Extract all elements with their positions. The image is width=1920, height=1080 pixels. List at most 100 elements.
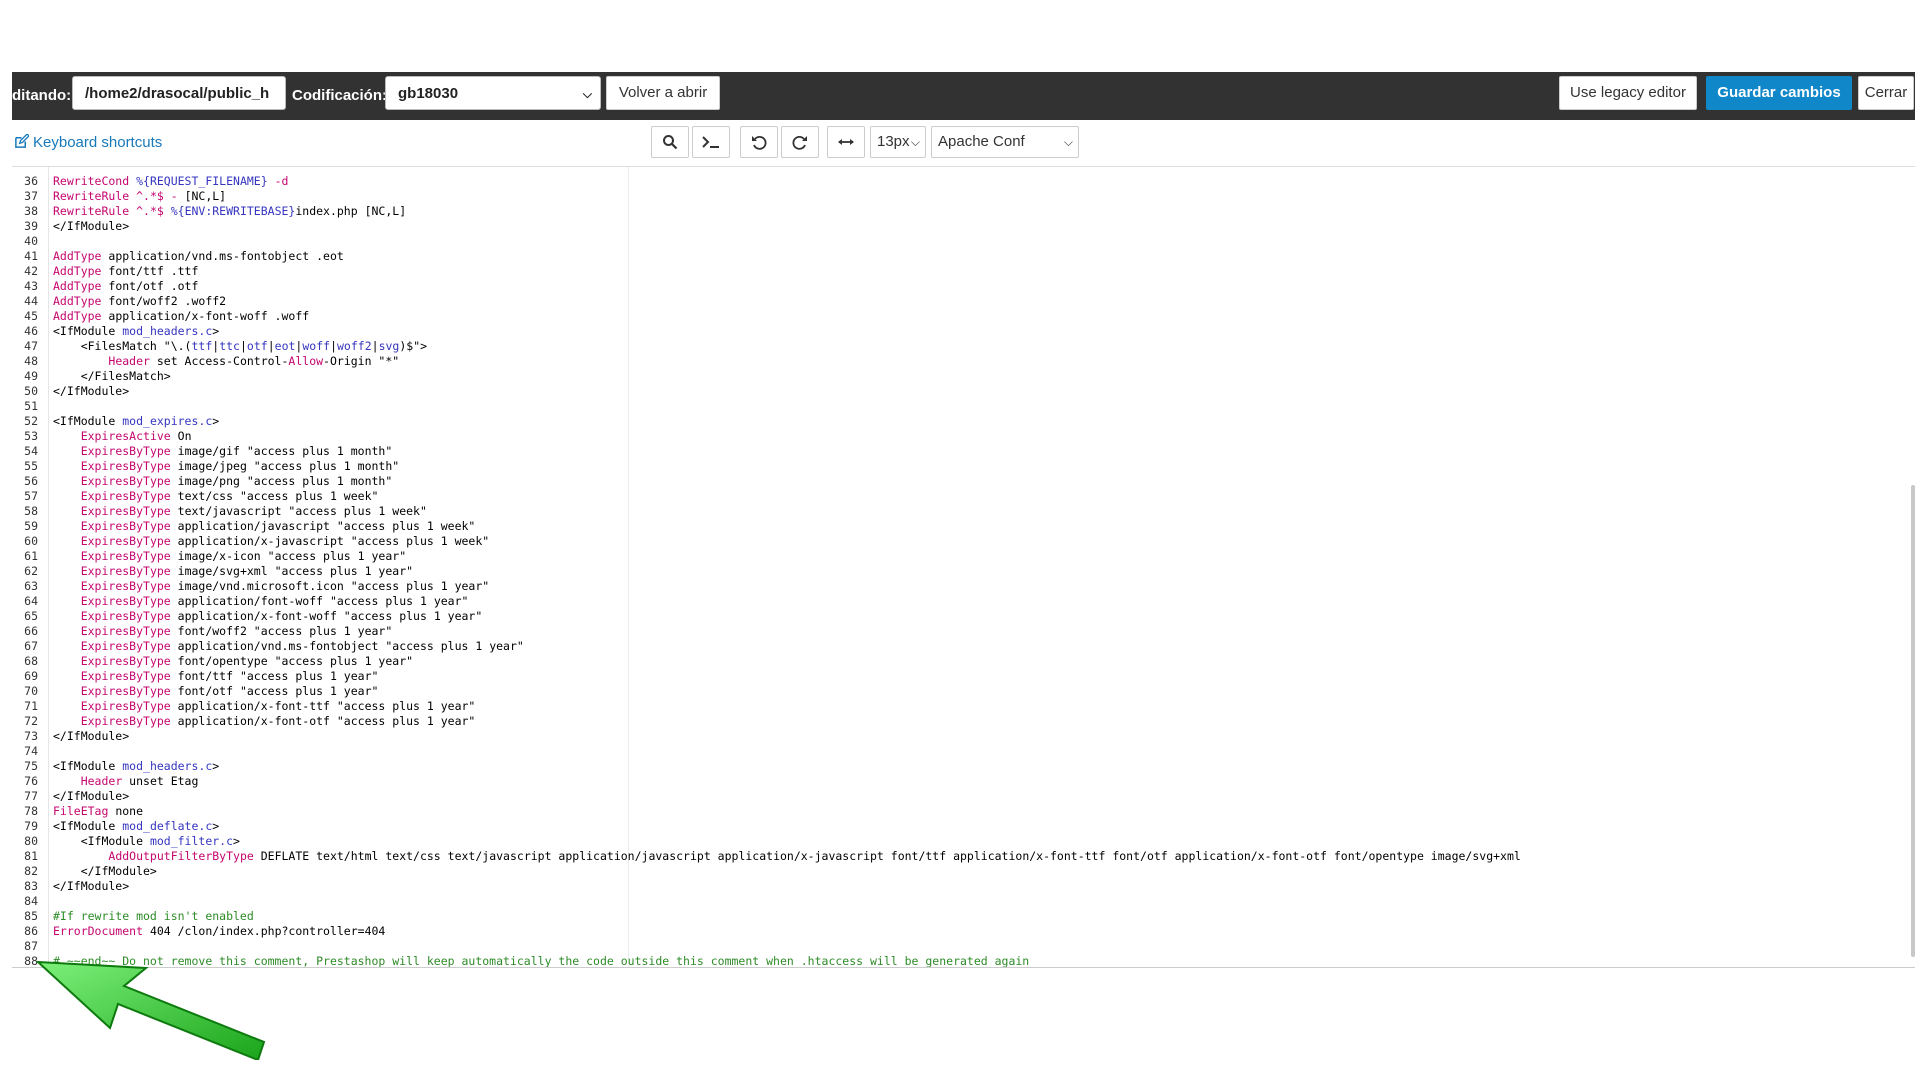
- editing-label: ditando:: [12, 87, 72, 104]
- code-text: ExpiresByType application/x-font-woff "a…: [80, 609, 483, 623]
- code-text: </IfModule>: [53, 789, 130, 803]
- code-text: <IfModule mod_headers.c>: [53, 324, 220, 338]
- encoding-label: Codificación:: [292, 87, 388, 104]
- code-text: FileETag none: [53, 804, 144, 818]
- line-number: 67: [24, 639, 38, 653]
- code-text: AddType application/vnd.ms-fontobject .e…: [53, 249, 344, 263]
- syntax-mode-select[interactable]: Apache Conf ⌵: [931, 126, 1079, 158]
- line-number: 79: [24, 819, 38, 833]
- line-number: 66: [24, 624, 38, 638]
- wrap-toggle-button[interactable]: [827, 126, 865, 158]
- chevron-down-icon: ⌵: [910, 135, 920, 149]
- editor-header: ditando: /home2/drasocal/public_h Codifi…: [12, 72, 1915, 120]
- line-number: 81: [24, 849, 38, 863]
- code-text: ExpiresByType text/css "access plus 1 we…: [80, 489, 379, 503]
- line-number: 85: [24, 909, 38, 923]
- line-number: 54: [24, 444, 38, 458]
- partial-line-fragment: `: [53, 167, 60, 172]
- code-text: <IfModule mod_expires.c>: [53, 414, 220, 428]
- chevron-down-icon: ⌵: [1063, 135, 1073, 149]
- code-text: AddType font/ttf .ttf: [53, 264, 199, 278]
- line-number: 75: [24, 759, 38, 773]
- code-text: ExpiresByType font/opentype "access plus…: [80, 654, 414, 668]
- code-text: ExpiresByType application/javascript "ac…: [80, 519, 476, 533]
- code-text: </IfModule>: [53, 729, 130, 743]
- undo-icon: [752, 135, 767, 150]
- line-number: 38: [24, 204, 38, 218]
- line-number: 50: [24, 384, 38, 398]
- code-text: RewriteCond %{REQUEST_FILENAME} -d: [53, 174, 289, 188]
- line-number: 56: [24, 474, 38, 488]
- code-text: ExpiresByType font/woff2 "access plus 1 …: [80, 624, 393, 638]
- redo-button[interactable]: [781, 126, 819, 158]
- code-text: ExpiresByType image/gif "access plus 1 m…: [80, 444, 393, 458]
- code-text: Header set Access-Control-Allow-Origin "…: [108, 354, 400, 368]
- encoding-select[interactable]: gb18030 ⌵: [385, 76, 601, 110]
- line-number: 88: [24, 954, 38, 968]
- code-text: <IfModule mod_headers.c>: [53, 759, 220, 773]
- line-number: 78: [24, 804, 38, 818]
- font-size-value: 13px: [877, 133, 910, 150]
- line-number: 36: [24, 174, 38, 188]
- code-text: Header unset Etag: [80, 774, 199, 788]
- line-number: 65: [24, 609, 38, 623]
- code-text: ExpiresByType image/jpeg "access plus 1 …: [80, 459, 400, 473]
- code-text: ExpiresByType image/x-icon "access plus …: [80, 549, 407, 563]
- print-margin: [628, 167, 629, 967]
- legacy-editor-button[interactable]: Use legacy editor: [1559, 76, 1697, 110]
- code-text: <FilesMatch "\.(ttf|ttc|otf|eot|woff|wof…: [53, 339, 428, 353]
- line-number: 83: [24, 879, 38, 893]
- line-number: 82: [24, 864, 38, 878]
- line-number: 69: [24, 669, 38, 683]
- code-text: ExpiresByType application/x-font-otf "ac…: [80, 714, 476, 728]
- code-text: AddType font/woff2 .woff2: [53, 294, 227, 308]
- line-number: 57: [24, 489, 38, 503]
- search-icon: [663, 135, 678, 150]
- code-text: ExpiresByType font/otf "access plus 1 ye…: [80, 684, 379, 698]
- code-text: ExpiresActive On: [80, 429, 192, 443]
- code-text: ExpiresByType image/svg+xml "access plus…: [80, 564, 414, 578]
- code-text: ExpiresByType application/vnd.ms-fontobj…: [80, 639, 524, 653]
- keyboard-shortcuts-label: Keyboard shortcuts: [33, 134, 163, 151]
- code-text: </FilesMatch>: [53, 369, 171, 383]
- line-number: 68: [24, 654, 38, 668]
- line-number: 76: [24, 774, 38, 788]
- line-number: 84: [24, 894, 38, 908]
- code-text: </IfModule>: [53, 879, 130, 893]
- code-text: </IfModule>: [53, 384, 130, 398]
- font-size-select[interactable]: 13px ⌵: [870, 126, 926, 158]
- command-button[interactable]: [692, 126, 730, 158]
- code-text: AddType application/x-font-woff .woff: [53, 309, 310, 323]
- line-number: 72: [24, 714, 38, 728]
- line-number: 39: [24, 219, 38, 233]
- line-number: 87: [24, 939, 38, 953]
- syntax-mode-value: Apache Conf: [938, 133, 1025, 150]
- close-button[interactable]: Cerrar: [1858, 76, 1914, 110]
- wrap-icon: [838, 139, 854, 145]
- line-number: 64: [24, 594, 38, 608]
- file-path-field[interactable]: /home2/drasocal/public_h: [72, 76, 286, 110]
- line-number: 73: [24, 729, 38, 743]
- vertical-scrollbar[interactable]: [1911, 485, 1915, 957]
- code-text: ExpiresByType image/vnd.microsoft.icon "…: [80, 579, 490, 593]
- line-number: 41: [24, 249, 38, 263]
- green-arrow-annotation: [36, 960, 266, 1060]
- line-number: 61: [24, 549, 38, 563]
- code-text: <IfModule mod_filter.c>: [53, 834, 240, 848]
- undo-button[interactable]: [740, 126, 778, 158]
- editor-toolbar: Keyboard shortcuts 13px ⌵ Apache Conf ⌵: [12, 124, 1915, 167]
- line-number: 48: [24, 354, 38, 368]
- line-number: 59: [24, 519, 38, 533]
- line-number: 52: [24, 414, 38, 428]
- save-changes-button[interactable]: Guardar cambios: [1706, 76, 1852, 110]
- reopen-button[interactable]: Volver a abrir: [606, 76, 720, 110]
- code-text: <IfModule mod_deflate.c>: [53, 819, 220, 833]
- code-text: AddOutputFilterByType DEFLATE text/html …: [108, 849, 1521, 863]
- code-editor[interactable]: ` 36 RewriteCond %{REQUEST_FILENAME} -d 37…: [12, 167, 1915, 968]
- line-number: 44: [24, 294, 38, 308]
- line-number: 58: [24, 504, 38, 518]
- line-number: 55: [24, 459, 38, 473]
- keyboard-shortcuts-link[interactable]: Keyboard shortcuts: [14, 134, 162, 151]
- search-button[interactable]: [651, 126, 689, 158]
- line-number: 71: [24, 699, 38, 713]
